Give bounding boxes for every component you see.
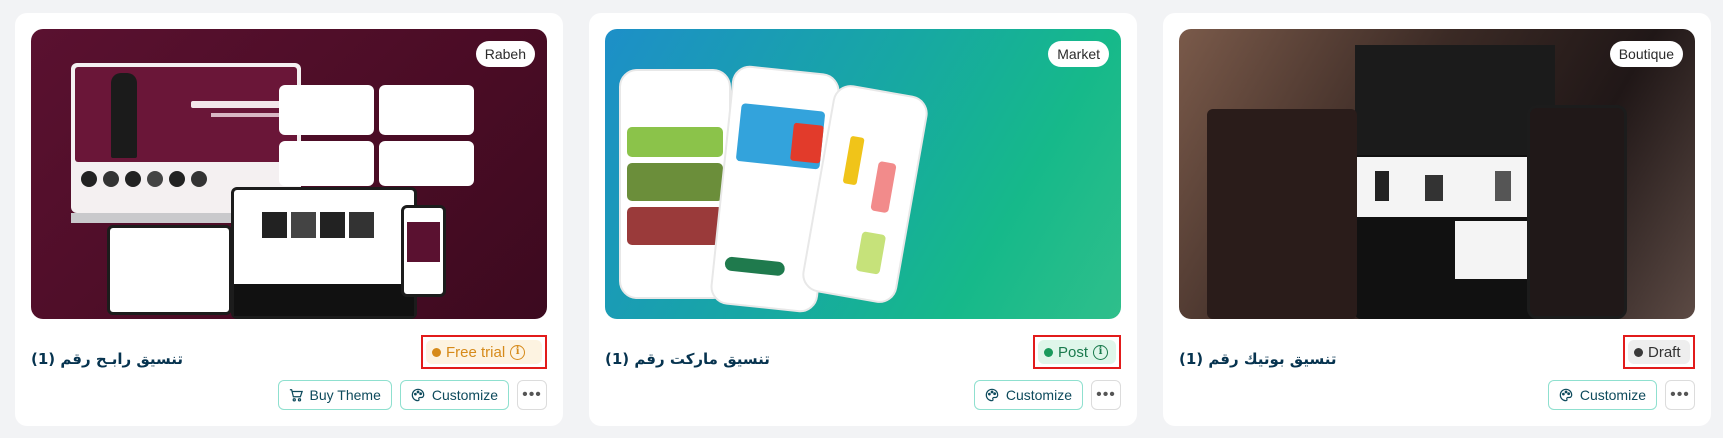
theme-card-boutique: Boutique تنسيق بوتيك رقم (1) Draft Custo… xyxy=(1163,13,1711,426)
info-icon[interactable]: i xyxy=(1093,344,1109,360)
theme-title: تنسيق بوتيك رقم (1) xyxy=(1179,350,1337,368)
status-label: Draft xyxy=(1648,343,1681,361)
more-options-button[interactable]: ••• xyxy=(1091,380,1121,410)
theme-card-rabeh: Rabeh تنسيق رابـح رقم (1) Free trial i B… xyxy=(15,13,563,426)
preview-phone-screen xyxy=(1527,105,1627,319)
theme-tag: Rabeh xyxy=(475,41,535,67)
palette-icon xyxy=(411,388,425,402)
card-actions: Buy Theme Customize ••• xyxy=(277,380,547,410)
customize-label: Customize xyxy=(1005,387,1072,403)
theme-title: تنسيق ماركت رقم (1) xyxy=(605,350,770,368)
more-icon: ••• xyxy=(1670,386,1690,403)
more-options-button[interactable]: ••• xyxy=(517,380,547,410)
status-dot-icon xyxy=(432,347,441,357)
preview-product-grid xyxy=(279,141,374,186)
customize-label: Customize xyxy=(431,387,498,403)
customize-label: Customize xyxy=(1579,387,1646,403)
theme-tag: Market xyxy=(1048,41,1109,67)
theme-preview-image[interactable]: Rabeh xyxy=(31,29,547,319)
status-label: Free trial xyxy=(446,343,506,361)
preview-tablet-screen xyxy=(231,187,417,319)
status-badge[interactable]: Draft xyxy=(1628,340,1690,364)
status-dot-icon xyxy=(1044,347,1053,357)
theme-preview-image[interactable]: Market xyxy=(605,29,1121,319)
preview-desktop-screen xyxy=(1355,45,1555,319)
theme-title: تنسيق رابـح رقم (1) xyxy=(31,350,184,368)
card-actions: Customize ••• xyxy=(1547,380,1695,410)
buy-theme-button[interactable]: Buy Theme xyxy=(277,380,392,410)
preview-product-grid xyxy=(279,85,374,135)
more-icon: ••• xyxy=(1096,386,1116,403)
preview-laptop-screen xyxy=(107,225,232,315)
status-badge[interactable]: Post i xyxy=(1038,340,1116,364)
status-highlight: Free trial i xyxy=(421,335,547,369)
theme-tag: Boutique xyxy=(1609,41,1683,67)
customize-button[interactable]: Customize xyxy=(1547,380,1657,410)
preview-phone-screen xyxy=(401,205,446,297)
status-highlight: Post i xyxy=(1033,335,1121,369)
status-highlight: Draft xyxy=(1623,335,1695,369)
more-icon: ••• xyxy=(522,386,542,403)
status-dot-icon xyxy=(1634,347,1643,357)
status-badge[interactable]: Free trial i xyxy=(426,340,542,364)
status-label: Post xyxy=(1058,343,1089,361)
customize-button[interactable]: Customize xyxy=(399,380,509,410)
palette-icon xyxy=(985,388,999,402)
buy-theme-label: Buy Theme xyxy=(309,387,381,403)
preview-product-grid xyxy=(379,85,474,135)
palette-icon xyxy=(1559,388,1573,402)
cart-icon xyxy=(289,389,303,402)
more-options-button[interactable]: ••• xyxy=(1665,380,1695,410)
preview-product-grid xyxy=(379,141,474,186)
customize-button[interactable]: Customize xyxy=(973,380,1083,410)
card-actions: Customize ••• xyxy=(973,380,1121,410)
theme-preview-image[interactable]: Boutique xyxy=(1179,29,1695,319)
preview-laptop-screen xyxy=(1207,109,1357,319)
theme-card-market: Market تنسيق ماركت رقم (1) Post i Custom… xyxy=(589,13,1137,426)
info-icon[interactable]: i xyxy=(510,344,526,360)
